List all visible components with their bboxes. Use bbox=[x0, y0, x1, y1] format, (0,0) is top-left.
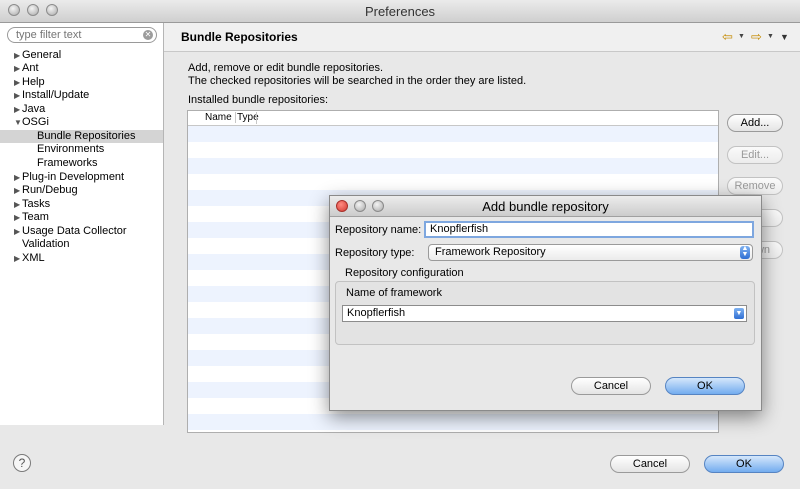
chevron-down-icon[interactable]: ▼ bbox=[734, 308, 744, 319]
page-title: Bundle Repositories bbox=[181, 30, 298, 44]
table-row bbox=[188, 158, 718, 174]
tree-item-usage-data-collector[interactable]: ▶ Usage Data Collector bbox=[0, 225, 163, 238]
tree-item-validation[interactable]: Validation bbox=[0, 238, 163, 251]
tree-item-general[interactable]: ▶ General bbox=[0, 49, 163, 62]
repository-name-field[interactable]: Knopflerfish bbox=[424, 221, 754, 238]
expand-arrow-icon[interactable]: ▶ bbox=[14, 62, 20, 75]
page-description-line-1: Add, remove or edit bundle repositories. bbox=[188, 62, 384, 74]
select-stepper-icon: ▲ ▼ bbox=[740, 245, 750, 259]
remove-repository-button[interactable]: Remove bbox=[727, 177, 783, 195]
preferences-tree-pane: ✕ ▶General ▶Ant ▶Help ▶Install/Update ▶J… bbox=[0, 23, 164, 425]
tree-item-frameworks[interactable]: Frameworks bbox=[0, 157, 163, 170]
column-divider bbox=[256, 112, 257, 124]
filter-input[interactable] bbox=[16, 28, 136, 42]
expand-arrow-icon[interactable]: ▶ bbox=[14, 184, 20, 197]
expand-arrow-icon[interactable]: ▶ bbox=[14, 76, 20, 89]
framework-name-label: Name of framework bbox=[346, 287, 442, 299]
table-row bbox=[188, 126, 718, 142]
repository-configuration-label: Repository configuration bbox=[345, 267, 464, 279]
window-title: Preferences bbox=[364, 4, 436, 19]
expand-arrow-icon[interactable]: ▶ bbox=[14, 225, 20, 238]
collapse-arrow-icon[interactable]: ▼ bbox=[14, 116, 22, 129]
window-titlebar: Preferences bbox=[0, 0, 800, 23]
view-menu-chevron-icon[interactable]: ▼ bbox=[780, 32, 789, 42]
expand-arrow-icon[interactable]: ▶ bbox=[14, 49, 20, 62]
dialog-ok-button[interactable]: OK bbox=[665, 377, 745, 395]
framework-name-value: Knopflerfish bbox=[347, 307, 406, 319]
tree-item-plugin-development[interactable]: ▶ Plug-in Development bbox=[0, 171, 163, 184]
repository-type-value: Framework Repository bbox=[435, 246, 546, 258]
dialog-title: Add bundle repository bbox=[482, 199, 609, 214]
tree-item-ant[interactable]: ▶ Ant bbox=[0, 62, 163, 75]
filter-field[interactable]: ✕ bbox=[7, 27, 157, 43]
forward-menu-chevron-icon[interactable]: ▼ bbox=[767, 33, 774, 40]
add-bundle-repository-dialog: Add bundle repository Repository name: K… bbox=[329, 195, 762, 411]
clear-filter-icon[interactable]: ✕ bbox=[143, 30, 153, 40]
tree-item-tasks[interactable]: ▶ Tasks bbox=[0, 198, 163, 211]
back-menu-chevron-icon[interactable]: ▼ bbox=[738, 33, 745, 40]
tree-item-osgi[interactable]: ▼ OSGi bbox=[0, 116, 163, 129]
tree-item-bundle-repositories[interactable]: Bundle Repositories bbox=[0, 130, 163, 143]
tree-item-xml[interactable]: ▶ XML bbox=[0, 252, 163, 265]
page-description-line-2: The checked repositories will be searche… bbox=[188, 75, 527, 87]
expand-arrow-icon[interactable]: ▶ bbox=[14, 198, 20, 211]
help-icon[interactable]: ? bbox=[13, 454, 31, 472]
add-repository-button[interactable]: Add... bbox=[727, 114, 783, 132]
edit-repository-button[interactable]: Edit... bbox=[727, 146, 783, 164]
ok-button[interactable]: OK bbox=[704, 455, 784, 473]
repository-name-label: Repository name: bbox=[335, 224, 422, 236]
installed-repositories-label: Installed bundle repositories: bbox=[188, 94, 329, 106]
tree-item-java[interactable]: ▶ Java bbox=[0, 103, 163, 116]
repository-type-label: Repository type: bbox=[335, 247, 415, 259]
tree-item-environments[interactable]: Environments bbox=[0, 143, 163, 156]
repository-configuration-group: Name of framework Knopflerfish ▼ bbox=[335, 281, 755, 345]
column-header-name[interactable]: Name bbox=[205, 112, 232, 123]
expand-arrow-icon[interactable]: ▶ bbox=[14, 89, 20, 102]
expand-arrow-icon[interactable]: ▶ bbox=[14, 252, 20, 265]
tree-item-team[interactable]: ▶ Team bbox=[0, 211, 163, 224]
tree-item-run-debug[interactable]: ▶ Run/Debug bbox=[0, 184, 163, 197]
cancel-button[interactable]: Cancel bbox=[610, 455, 690, 473]
repository-type-select[interactable]: Framework Repository ▲ ▼ bbox=[428, 244, 753, 261]
table-row bbox=[188, 414, 718, 430]
expand-arrow-icon[interactable]: ▶ bbox=[14, 103, 20, 116]
table-header: Name Type bbox=[188, 111, 718, 126]
framework-name-select[interactable]: Knopflerfish ▼ bbox=[342, 305, 747, 322]
dialog-titlebar: Add bundle repository bbox=[330, 196, 761, 217]
back-arrow-icon[interactable]: ⇦ bbox=[722, 29, 733, 45]
forward-arrow-icon[interactable]: ⇨ bbox=[751, 29, 762, 45]
tree-item-help[interactable]: ▶ Help bbox=[0, 76, 163, 89]
dialog-cancel-button[interactable]: Cancel bbox=[571, 377, 651, 395]
expand-arrow-icon[interactable]: ▶ bbox=[14, 211, 20, 224]
expand-arrow-icon[interactable]: ▶ bbox=[14, 171, 20, 184]
tree-item-install-update[interactable]: ▶ Install/Update bbox=[0, 89, 163, 102]
